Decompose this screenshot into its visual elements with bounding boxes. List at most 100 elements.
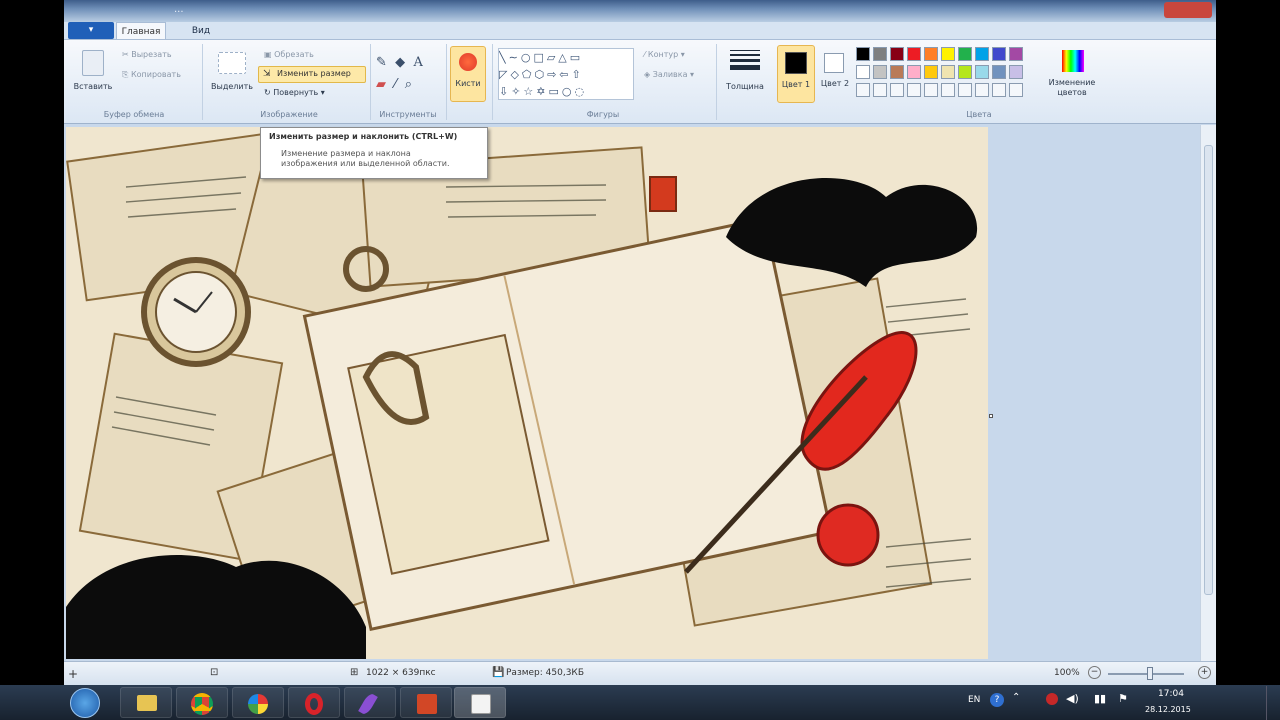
zoom-slider-thumb[interactable] xyxy=(1147,667,1153,680)
copy-button[interactable]: ⎘ Копировать xyxy=(122,70,181,80)
palette-swatch[interactable] xyxy=(941,83,955,97)
color-picker-icon[interactable]: ⁄ xyxy=(394,77,396,92)
color2-button[interactable]: Цвет 2 xyxy=(820,45,850,103)
palette-swatch[interactable] xyxy=(992,65,1006,79)
title-bar: ... xyxy=(64,0,1216,22)
zoom-in-button[interactable]: + xyxy=(1198,666,1211,679)
palette-swatch[interactable] xyxy=(975,65,989,79)
palette-swatch[interactable] xyxy=(856,47,870,61)
tab-view[interactable]: Вид xyxy=(176,22,226,40)
palette-swatch[interactable] xyxy=(924,47,938,61)
paste-button[interactable]: Вставить xyxy=(68,82,118,91)
palette-swatch[interactable] xyxy=(890,83,904,97)
vertical-scrollbar[interactable] xyxy=(1200,125,1216,661)
palette-swatch[interactable] xyxy=(1009,83,1023,97)
palette-swatch[interactable] xyxy=(941,65,955,79)
zoom-out-button[interactable]: − xyxy=(1088,666,1101,679)
pencil-icon[interactable]: ✎ xyxy=(376,55,387,70)
eraser-icon[interactable]: ▰ xyxy=(376,77,386,92)
brush-icon xyxy=(459,53,477,71)
clock-time[interactable]: 17:04 xyxy=(1158,689,1184,699)
taskbar-explorer[interactable] xyxy=(120,687,172,718)
palette-swatch[interactable] xyxy=(873,65,887,79)
thickness-button[interactable]: Толщина xyxy=(720,82,770,91)
dimensions-text: 1022 × 639пкс xyxy=(366,668,436,678)
color-wheel-icon xyxy=(1062,50,1084,72)
line-thickness-icon[interactable] xyxy=(730,50,760,72)
fill-label: Заливка ▾ xyxy=(652,70,695,79)
palette-swatch[interactable] xyxy=(975,47,989,61)
palette-swatch[interactable] xyxy=(907,47,921,61)
paste-icon[interactable] xyxy=(82,50,104,76)
palette-swatch[interactable] xyxy=(992,47,1006,61)
color-palette xyxy=(856,47,1036,107)
palette-swatch[interactable] xyxy=(958,47,972,61)
tray-app-icon[interactable] xyxy=(1046,693,1058,705)
shapes-gallery[interactable]: ╲∼○□▱△▭ ◸◇⬠⬡⇨⇦⇧ ⇩✧☆✡▭○◌ xyxy=(498,48,634,100)
powerpoint-icon xyxy=(417,694,437,714)
divider xyxy=(446,44,447,120)
taskbar-opera[interactable] xyxy=(288,687,340,718)
edit-colors-button[interactable]: Изменение цветов xyxy=(1044,46,1100,104)
tray-expand-icon[interactable]: ⌃ xyxy=(1012,692,1020,703)
outline-button[interactable]: ⁄ Контур ▾ xyxy=(644,50,685,59)
edit-colors-label: Изменение цветов xyxy=(1048,78,1096,97)
fill-shape-button[interactable]: ◈ Заливка ▾ xyxy=(644,70,694,79)
canvas-resize-handle[interactable] xyxy=(989,414,993,418)
palette-swatch[interactable] xyxy=(924,65,938,79)
taskbar-browser[interactable] xyxy=(232,687,284,718)
palette-swatch[interactable] xyxy=(992,83,1006,97)
tooltip-line-1: Изменение размера и наклона xyxy=(281,149,411,158)
tab-home[interactable]: Главная xyxy=(116,22,166,40)
taskbar-quill[interactable] xyxy=(344,687,396,718)
palette-swatch[interactable] xyxy=(873,83,887,97)
resize-tooltip: Изменить размер и наклонить (CTRL+W) Изм… xyxy=(260,127,488,179)
brushes-button[interactable]: Кисти xyxy=(450,46,486,102)
status-bar: + ⊡ ⊞ 1022 × 639пкс 💾 Размер: 450,3КБ 10… xyxy=(64,661,1216,685)
palette-swatch[interactable] xyxy=(1009,47,1023,61)
palette-swatch[interactable] xyxy=(890,47,904,61)
language-indicator[interactable]: EN xyxy=(968,695,980,705)
taskbar-paint[interactable] xyxy=(454,687,506,718)
fill-icon[interactable]: ◆ xyxy=(395,55,405,70)
flag-icon[interactable]: ⚑ xyxy=(1118,692,1128,705)
palette-swatch[interactable] xyxy=(856,65,870,79)
text-icon[interactable]: A xyxy=(413,55,422,70)
palette-swatch[interactable] xyxy=(890,65,904,79)
palette-swatch[interactable] xyxy=(1009,65,1023,79)
clock-date[interactable]: 28.12.2015 xyxy=(1145,705,1191,714)
paint-window: ... ▾ Главная Вид Вставить ✂ Вырезать ⎘ … xyxy=(64,0,1216,685)
color1-button[interactable]: Цвет 1 xyxy=(777,45,815,103)
palette-swatch[interactable] xyxy=(941,47,955,61)
palette-swatch[interactable] xyxy=(907,65,921,79)
magnifier-icon[interactable]: ⌕ xyxy=(405,77,412,92)
help-icon[interactable]: ? xyxy=(990,693,1004,707)
chrome-icon xyxy=(191,693,213,715)
drawing-canvas[interactable] xyxy=(66,127,988,659)
resize-button[interactable]: ⇲ Изменить размер xyxy=(258,66,366,83)
close-window-button[interactable] xyxy=(1164,2,1212,18)
color2-label: Цвет 2 xyxy=(820,79,850,88)
app-menu-button[interactable]: ▾ xyxy=(68,22,114,39)
start-button[interactable] xyxy=(70,688,100,718)
taskbar-chrome[interactable] xyxy=(176,687,228,718)
cut-button[interactable]: ✂ Вырезать xyxy=(122,50,172,59)
palette-swatch[interactable] xyxy=(975,83,989,97)
taskbar-office[interactable] xyxy=(400,687,452,718)
palette-swatch[interactable] xyxy=(856,83,870,97)
palette-swatch[interactable] xyxy=(958,83,972,97)
scrollbar-thumb[interactable] xyxy=(1204,145,1213,595)
rotate-button[interactable]: ↻ Повернуть ▾ xyxy=(264,88,325,97)
zoom-slider-track[interactable] xyxy=(1108,673,1184,675)
show-desktop-button[interactable] xyxy=(1266,686,1280,720)
select-icon[interactable] xyxy=(218,52,246,74)
crop-button[interactable]: ▣ Обрезать xyxy=(264,50,314,59)
palette-swatch[interactable] xyxy=(907,83,921,97)
palette-swatch[interactable] xyxy=(873,47,887,61)
browser-icon xyxy=(248,694,268,714)
select-button[interactable]: Выделить xyxy=(206,82,258,91)
network-icon[interactable]: ▮▮ xyxy=(1094,692,1106,705)
palette-swatch[interactable] xyxy=(924,83,938,97)
volume-icon[interactable]: ◀) xyxy=(1066,692,1079,705)
palette-swatch[interactable] xyxy=(958,65,972,79)
